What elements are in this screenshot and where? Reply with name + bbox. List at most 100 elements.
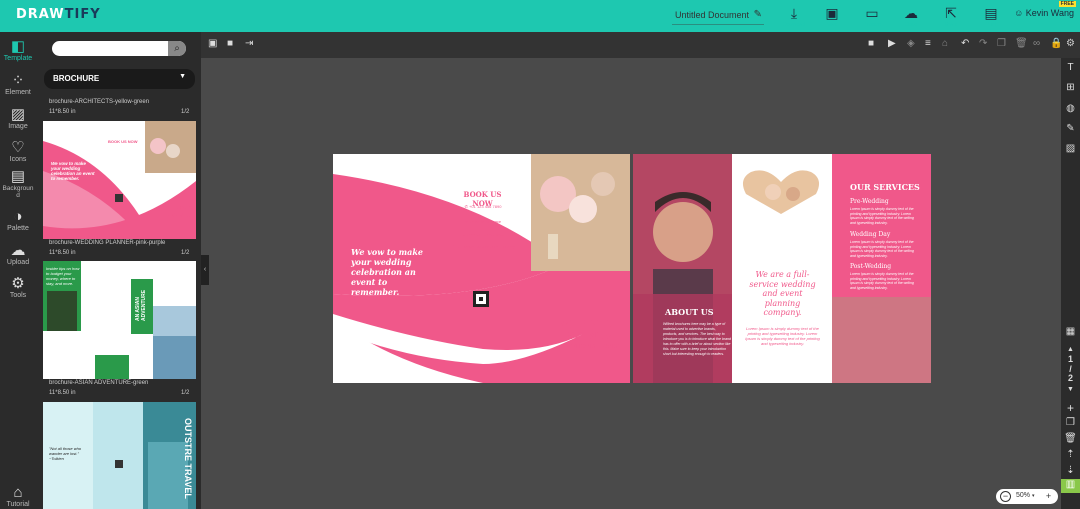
zoom-dropdown-icon[interactable]: ▾ [1032, 493, 1035, 499]
panel-collapse-handle[interactable]: ‹ [201, 255, 209, 285]
web-line: ⊕ www.websiteaddress [448, 232, 518, 237]
center-body: Lorem Ipsum is simply dummy text of the … [745, 326, 820, 346]
align-icon[interactable]: ≡ [925, 38, 931, 49]
phone-text: +01 123 456 7890 [469, 204, 502, 209]
template-pages: 1/2 [181, 250, 190, 256]
template-thumb-wedding[interactable]: BOOK US NOW We vow to make your wedding … [43, 121, 196, 239]
page-up-icon[interactable]: ▲ [1061, 346, 1080, 353]
template-thumb-travel[interactable]: "Not all those who wander are lost." ~To… [43, 402, 196, 509]
thumb-quote: "Not all those who wander are lost." ~To… [49, 446, 82, 461]
tree-icon[interactable]: ⌂ [942, 38, 948, 49]
thumb-name2: EVENTS [167, 213, 192, 219]
nav-label: Tools [9, 292, 27, 299]
services-title: OUR SERVICES [850, 182, 920, 192]
image-icon: ▨ [10, 106, 26, 123]
download-icon: ⤓ [790, 5, 798, 21]
page-down-icon[interactable]: ▼ [1061, 386, 1080, 393]
nav-template[interactable]: ◧ Template [0, 38, 36, 62]
move-down-icon[interactable]: ⇣ [1061, 465, 1080, 476]
nav-label: Element [5, 89, 31, 96]
square-icon[interactable]: ■ [227, 38, 233, 49]
add-page-icon[interactable]: + [1061, 401, 1080, 415]
text-tool-icon[interactable]: T [1061, 62, 1080, 73]
zoom-out-button[interactable]: − [1000, 491, 1011, 502]
share-icon: ⇱ [945, 5, 957, 21]
duplicate-page-icon[interactable]: ❐ [1061, 417, 1080, 428]
about-title: ABOUT US [665, 307, 714, 317]
brochure-page-1[interactable]: BOOK US NOW ✆ +01 123 456 7890 ✉ info@em… [333, 154, 630, 383]
layers-icon[interactable]: ◈ [907, 38, 915, 49]
shape-tool-icon[interactable]: ⊞ [1061, 82, 1080, 93]
edit-pencil-icon[interactable]: ✎ [754, 9, 762, 20]
template-title: brochure-WEDDING PLANNER-pink-purple [49, 240, 166, 246]
pages-panel-icon[interactable]: ▥ [1061, 479, 1080, 493]
service-desc: Lorem Ipsum is simply dummy text of the … [850, 240, 914, 258]
brochure-page-2[interactable]: ABOUT US Wilfred brochures here may be a… [633, 154, 931, 383]
nav-element[interactable]: ⁘ Element [0, 72, 36, 96]
zoom-in-button[interactable]: + [1043, 491, 1054, 502]
image-tool-icon[interactable]: ▨ [1061, 143, 1080, 154]
share-caption: Share [944, 22, 958, 28]
move-up-icon[interactable]: ⇡ [1061, 449, 1080, 460]
template-panel: ⌕ BROCHURE ▼ brochure-ARCHITECTS-yellow-g… [36, 32, 201, 509]
download-button[interactable]: ⤓ Download [780, 5, 808, 28]
service-name: Post-Wedding [850, 263, 892, 270]
link-icon[interactable]: ∞ [1033, 38, 1040, 49]
template-icon: ◧ [10, 38, 26, 55]
nav-image[interactable]: ▨ Image [0, 106, 36, 130]
undo-icon[interactable]: ↶ [961, 38, 969, 49]
address-text: 123 Street Destrict State Country [455, 244, 515, 249]
user-icon: ☺ [1014, 8, 1026, 18]
settings-icon[interactable]: ⚙ [1061, 32, 1080, 58]
grid-icon[interactable]: ▦ [1061, 326, 1080, 337]
print-button[interactable]: ▤ Print [977, 5, 1005, 28]
export-icon[interactable]: ⇥ [245, 38, 253, 49]
thumb-book-title: BOOK US NOW [108, 139, 138, 144]
nav-icons[interactable]: ♡ Icons [0, 139, 36, 163]
cloud-icon: ☁ [904, 5, 918, 21]
nav-tutorial[interactable]: ⌂ Tutorial [0, 484, 36, 508]
template-pages: 1/2 [181, 390, 190, 396]
template-title: brochure-ARCHITECTS-yellow-green [49, 99, 150, 105]
template-search[interactable]: ⌕ [52, 41, 186, 56]
share-button[interactable]: ⇱ Share [937, 5, 965, 28]
frame-icon[interactable]: ▣ [208, 38, 217, 49]
play-icon[interactable]: ▶ [888, 38, 896, 49]
nav-label: Template [3, 55, 33, 62]
cloud-button[interactable]: ☁ Cloud [897, 5, 925, 28]
nav-upload[interactable]: ☁ Upload [0, 242, 36, 266]
delete-icon[interactable]: 🗑 [1015, 38, 1028, 49]
zoom-level[interactable]: 50% [1016, 492, 1030, 499]
copy-icon[interactable]: ❐ [997, 38, 1006, 49]
print-icon: ▤ [984, 5, 998, 21]
user-menu[interactable]: ☺ Kevin Wang [1014, 8, 1074, 18]
nav-palette[interactable]: ◑ Palette [0, 208, 36, 232]
nav-label: Icons [9, 156, 27, 163]
present-caption: Present [863, 22, 881, 28]
nav-tools[interactable]: ⚙ Tools [0, 275, 36, 299]
top-bar: DRAWTIFY Untitled Document ✎ ⤓ Download ▣… [0, 0, 1080, 32]
pen-tool-icon[interactable]: ✎ [1061, 123, 1080, 134]
document-title-field[interactable]: Untitled Document ✎ [672, 7, 764, 25]
video-icon[interactable]: ■ [868, 38, 874, 49]
template-size: 11*8.50 in [49, 390, 76, 396]
service-desc: Lorem Ipsum is simply dummy text of the … [850, 207, 914, 225]
email-text: info@email space [469, 219, 502, 224]
redo-icon[interactable]: ↷ [979, 38, 987, 49]
app-logo[interactable]: DRAWTIFY [16, 7, 101, 22]
template-thumb-asian[interactable]: Insider tips on how to budget your money… [43, 261, 196, 379]
tutorial-icon: ⌂ [13, 484, 23, 501]
canvas-toolbar: ▣ ■ ⇥ ■ ▶ ◈ ≡ ⌂ ↶ ↷ ❐ 🗑 ∞ 🔒 [201, 32, 1062, 58]
palette-icon: ◑ [13, 208, 23, 225]
search-icon[interactable]: ⌕ [168, 41, 186, 56]
free-badge: FREE [1058, 1, 1076, 7]
delete-page-icon[interactable]: 🗑 [1061, 433, 1080, 444]
save-button[interactable]: ▣ Save [818, 5, 846, 28]
thumb-adventure: AN ASIAN ADVENTURE [135, 289, 147, 321]
nav-background[interactable]: ▤ Backgroun d [0, 168, 36, 199]
nav-label: Upload [6, 259, 30, 266]
fill-tool-icon[interactable]: ◍ [1061, 103, 1080, 114]
present-button[interactable]: ▭ Present [858, 5, 886, 28]
category-dropdown[interactable]: BROCHURE ▼ [44, 69, 195, 89]
template-title: brochure-ASIAN ADVENTURE-green [49, 380, 149, 386]
